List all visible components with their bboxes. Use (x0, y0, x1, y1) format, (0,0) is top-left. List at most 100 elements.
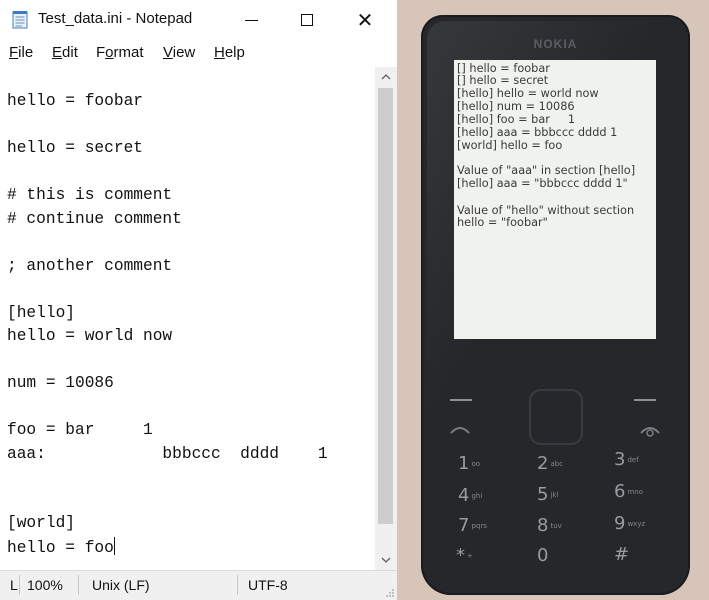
menu-help[interactable]: Help (214, 44, 245, 61)
editor-line: hello = foobar (7, 92, 143, 110)
key-letters: ghi (471, 492, 483, 500)
editor-line: [hello] (7, 304, 75, 322)
status-line-ending: Unix (LF) (92, 577, 150, 593)
call-icon (450, 427, 470, 434)
menu-file-accelerator: F (9, 44, 19, 61)
menu-format[interactable]: Format (96, 44, 144, 61)
key-6: 6 mno (614, 481, 643, 502)
title-bar[interactable]: Test_data.ini - Notepad ✕ (0, 0, 397, 40)
editor-line: aaa: bbbccc dddd 1 (7, 445, 328, 463)
key-digit: 8 (537, 515, 549, 536)
key-0: 0 (537, 545, 550, 566)
key-letters: jkl (550, 491, 559, 499)
key-letters: pqrs (471, 522, 487, 530)
status-bar: L 100% Unix (LF) UTF-8 (0, 570, 397, 600)
editor-last-line: hello = foo (7, 537, 115, 558)
text-editor[interactable]: hello = foobar hello = secret # this is … (0, 67, 375, 570)
navigation-dpad (529, 389, 583, 445)
key-9: 9 wxyz (614, 513, 645, 534)
key-3: 3 def (614, 449, 639, 470)
scroll-thumb[interactable] (378, 88, 393, 524)
notepad-app-icon (12, 11, 28, 29)
key-letters: wxyz (627, 520, 646, 528)
key-digit: 4 (458, 485, 470, 506)
key-letters: def (627, 456, 639, 464)
status-divider (78, 575, 79, 595)
resize-grip-icon[interactable] (385, 588, 395, 598)
end-call-icon (640, 427, 660, 437)
status-zoom: 100% (27, 577, 63, 593)
editor-line: foo = bar 1 (7, 421, 153, 439)
minimize-button[interactable] (222, 0, 280, 40)
key-letters: tuv (550, 522, 562, 530)
key-hash: # (614, 544, 631, 565)
menu-format-label: rmat (113, 44, 144, 61)
status-position: L (10, 577, 18, 593)
menu-format-accelerator: o (105, 44, 114, 61)
editor-line: [world] (7, 514, 75, 532)
chevron-down-icon (381, 557, 391, 563)
screen-line: Value of "aaa" in section [hello] (457, 164, 636, 177)
key-letters: mno (627, 488, 643, 496)
status-divider (237, 575, 238, 595)
screen-line: [world] hello = foo (457, 139, 563, 152)
menu-format-prefix: F (96, 44, 106, 61)
menu-edit-label: dit (62, 44, 78, 61)
screen-line: [hello] aaa = bbbccc dddd 1 (457, 126, 618, 139)
editor-line: # this is comment (7, 186, 173, 204)
phone-body: NOKIA [] hello = foobar [] hello = secre… (421, 15, 690, 595)
menu-file-label: ile (18, 44, 34, 61)
key-digit: 5 (537, 484, 549, 505)
key-digit: # (614, 544, 630, 565)
key-1: 1 oo (458, 453, 480, 474)
key-digit: 7 (458, 515, 470, 536)
vertical-scrollbar[interactable] (375, 67, 397, 570)
phone-photo: NOKIA [] hello = foobar [] hello = secre… (397, 0, 709, 600)
key-letters: oo (471, 460, 481, 468)
key-digit: 9 (614, 513, 626, 534)
menu-help-label: elp (224, 44, 245, 61)
key-8: 8 tuv (537, 515, 562, 536)
editor-line: hello = world now (7, 327, 173, 345)
screen-line: [hello] num = 10086 (457, 100, 575, 113)
close-button[interactable]: ✕ (336, 0, 394, 40)
key-digit: 6 (614, 481, 626, 502)
menu-view-accelerator: V (163, 44, 173, 61)
screen-line: [hello] foo = bar 1 (457, 113, 576, 126)
menu-edit-accelerator: E (52, 44, 63, 61)
editor-line: ; another comment (7, 257, 173, 275)
status-encoding: UTF-8 (248, 577, 288, 593)
screen-line: [] hello = secret (457, 74, 549, 87)
left-softkey (450, 399, 472, 401)
key-star: * + (456, 545, 473, 566)
key-digit: 3 (614, 449, 626, 470)
notepad-window: Test_data.ini - Notepad ✕ File Edit Form… (0, 0, 397, 600)
editor-line: hello = secret (7, 139, 143, 157)
menu-edit[interactable]: Edit (52, 44, 78, 61)
close-icon: ✕ (356, 8, 374, 32)
screen-line: hello = "foobar" (457, 216, 548, 229)
maximize-icon (301, 14, 313, 26)
menu-view[interactable]: View (163, 44, 195, 61)
screen-line: [hello] hello = world now (457, 87, 599, 100)
status-divider (19, 575, 20, 595)
editor-line: # continue comment (7, 210, 182, 228)
key-digit: 1 (458, 453, 470, 474)
scroll-up-button[interactable] (375, 67, 397, 87)
text-caret (113, 537, 115, 555)
menu-bar: File Edit Format View Help (0, 40, 397, 67)
phone-keypad: 1 oo 2 abc 3 def 4 ghi 5 jkl 6 mno 7 pqrs 8 tuv … (434, 383, 677, 583)
right-softkey (634, 399, 656, 401)
chevron-up-icon (381, 74, 391, 80)
menu-file[interactable]: File (9, 44, 33, 61)
key-2: 2 abc (537, 453, 563, 474)
key-letters: + (467, 552, 473, 560)
scroll-down-button[interactable] (375, 550, 397, 570)
screen-line: [hello] aaa = "bbbccc dddd 1" (457, 177, 628, 190)
maximize-button[interactable] (278, 0, 336, 40)
minimize-icon (244, 19, 258, 21)
key-7: 7 pqrs (458, 515, 487, 536)
key-letters: abc (550, 460, 564, 468)
editor-line: num = 10086 (7, 374, 114, 392)
key-digit: 2 (537, 453, 549, 474)
